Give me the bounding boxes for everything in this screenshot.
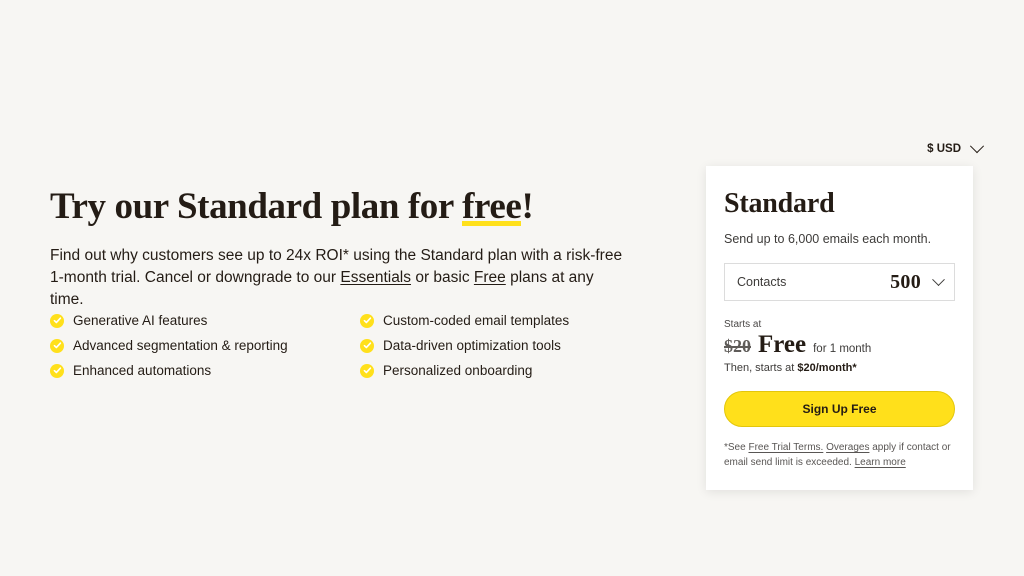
page-title: Try our Standard plan for free! xyxy=(50,186,640,227)
overages-link[interactable]: Overages xyxy=(826,442,869,453)
price-row: $20 Free for 1 month xyxy=(724,331,955,360)
plan-description: Send up to 6,000 emails each month. xyxy=(724,232,932,246)
contacts-select-value-group: 500 xyxy=(890,270,945,294)
contacts-select-label: Contacts xyxy=(737,275,787,289)
check-circle-icon xyxy=(50,363,64,378)
page-title-suffix: ! xyxy=(521,186,534,227)
free-trial-terms-link[interactable]: Free Trial Terms. xyxy=(748,442,823,453)
list-item: Personalized onboarding xyxy=(360,358,650,383)
list-item: Data-driven optimization tools xyxy=(360,333,650,358)
list-item: Enhanced automations xyxy=(50,358,360,383)
promo-section: Try our Standard plan for free! Find out… xyxy=(50,186,640,311)
check-circle-icon xyxy=(50,338,64,353)
list-item: Custom-coded email templates xyxy=(360,308,650,333)
check-circle-icon xyxy=(360,313,374,328)
price-original: $20 xyxy=(724,336,751,356)
learn-more-link[interactable]: Learn more xyxy=(855,457,906,468)
check-circle-icon xyxy=(360,338,374,353)
feature-label: Personalized onboarding xyxy=(383,362,533,378)
disclaimer-text: *See Free Trial Terms. Overages apply if… xyxy=(724,441,955,470)
check-circle-icon xyxy=(50,313,64,328)
feature-label: Data-driven optimization tools xyxy=(383,337,561,353)
feature-label: Enhanced automations xyxy=(73,362,212,378)
renewal-prefix: Then, starts at xyxy=(724,362,798,374)
currency-selector[interactable]: $ USD xyxy=(927,139,985,155)
sign-up-free-button[interactable]: Sign Up Free xyxy=(724,391,955,427)
price-term: for 1 month xyxy=(813,343,872,355)
page-title-highlight: free xyxy=(462,186,522,227)
page-title-prefix: Try our Standard plan for xyxy=(50,186,463,227)
contacts-select-value: 500 xyxy=(890,270,921,293)
plan-name: Standard xyxy=(724,188,835,219)
starts-at-label: Starts at xyxy=(724,319,762,330)
feature-label: Advanced segmentation & reporting xyxy=(73,337,288,353)
price-current: Free xyxy=(758,331,807,360)
chevron-down-icon xyxy=(969,139,985,154)
check-circle-icon xyxy=(360,363,374,378)
currency-label: $ USD xyxy=(927,143,961,155)
chevron-down-icon xyxy=(932,272,945,286)
pricing-card: Standard Send up to 6,000 emails each mo… xyxy=(706,166,973,490)
essentials-plan-link[interactable]: Essentials xyxy=(340,269,411,286)
disclaimer-part1: *See xyxy=(724,442,749,453)
promo-paragraph-part2: or basic xyxy=(411,269,474,287)
contacts-select[interactable]: Contacts 500 xyxy=(724,263,955,301)
promo-paragraph: Find out why customers see up to 24x ROI… xyxy=(50,245,630,311)
list-item: Generative AI features xyxy=(50,308,360,333)
feature-label: Custom-coded email templates xyxy=(383,312,570,328)
feature-list: Generative AI features Custom-coded emai… xyxy=(50,308,650,383)
list-item: Advanced segmentation & reporting xyxy=(50,333,360,358)
free-plan-link[interactable]: Free xyxy=(474,269,506,286)
feature-label: Generative AI features xyxy=(73,312,208,328)
renewal-price: $20/month* xyxy=(797,362,857,374)
renewal-price-note: Then, starts at $20/month* xyxy=(724,362,955,374)
